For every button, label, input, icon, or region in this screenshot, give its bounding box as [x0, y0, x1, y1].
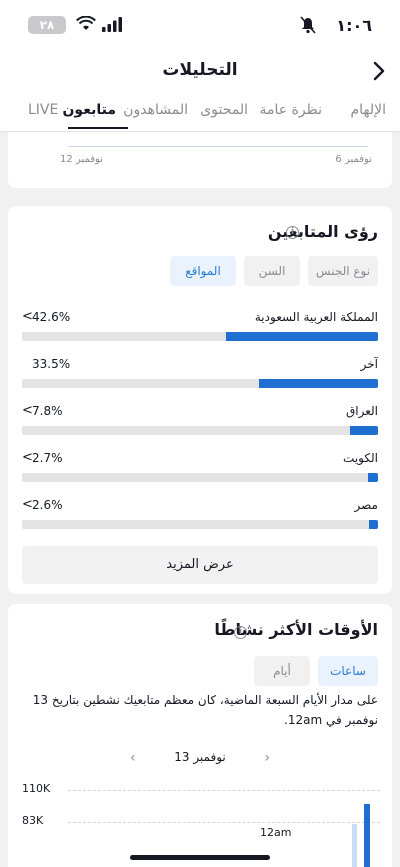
location-percent: 33.5%: [32, 357, 71, 371]
location-bar-track: [22, 520, 378, 529]
chart-x-label: نوفمبر 12: [60, 154, 103, 165]
location-percent: 42.6%: [32, 310, 71, 324]
wifi-icon: [76, 16, 96, 30]
info-icon[interactable]: i: [286, 226, 299, 239]
location-percent: 7.8%: [32, 404, 63, 418]
chart-axis-line: [68, 146, 368, 147]
filter-age[interactable]: السن: [244, 256, 300, 286]
home-indicator: [130, 855, 270, 860]
tab-overview[interactable]: نظرة عامة: [259, 102, 322, 118]
followers-chart-card: نوفمبر 6 نوفمبر 12: [8, 132, 392, 188]
chart-x-label: نوفمبر 6: [335, 154, 372, 165]
location-name: العراق: [345, 404, 378, 418]
status-bar: ١:٠٦ ٢٨: [0, 0, 400, 48]
chevron-right-icon[interactable]: [372, 60, 386, 82]
location-bar-fill: [226, 332, 378, 341]
nav-header: التحليلات: [0, 48, 400, 96]
section-title: رؤى المتابعين: [267, 222, 378, 241]
location-bar-track: [22, 426, 378, 435]
hour-bar[interactable]: [352, 824, 357, 867]
active-times-card: الأوقات الأكثر نشاطًا i ساعات أيام على م…: [8, 604, 392, 867]
location-bar-fill: [259, 379, 378, 388]
tab-followers[interactable]: متابعون: [62, 102, 116, 118]
location-name: الكويت: [343, 451, 378, 465]
location-bar-track: [22, 332, 378, 341]
tab-active-underline: [68, 127, 128, 129]
toggle-hours[interactable]: ساعات: [318, 656, 378, 686]
battery-icon: ٢٨: [28, 16, 66, 34]
tab-live[interactable]: LIVE: [28, 102, 58, 118]
follower-insights-card: رؤى المتابعين i نوع الجنس السن المواقع ا…: [8, 206, 392, 594]
tab-content[interactable]: المحتوى: [200, 102, 248, 118]
location-bar-fill: [369, 520, 378, 529]
show-more-button[interactable]: عرض المزيد: [22, 546, 378, 584]
chevron-right-icon[interactable]: ›: [264, 750, 270, 766]
status-time: ١:٠٦: [336, 16, 372, 35]
page-title: التحليلات: [162, 60, 238, 80]
y-gridline: [68, 822, 380, 823]
location-name: المملكة العربية السعودية: [254, 310, 378, 324]
tab-viewers[interactable]: المشاهدون: [123, 102, 188, 118]
tab-inspiration[interactable]: الإلهام: [350, 102, 386, 118]
y-axis-label: 83K: [22, 814, 44, 827]
info-icon[interactable]: i: [234, 626, 247, 639]
date-label: 13 نوفمبر: [174, 750, 226, 764]
location-percent: 2.7%: [32, 451, 63, 465]
toggle-days[interactable]: أيام: [254, 656, 310, 686]
location-bar-fill: [368, 473, 378, 482]
hour-bar[interactable]: [364, 804, 370, 867]
location-name: مصر: [354, 498, 378, 512]
hour-label: 12am: [260, 826, 292, 839]
location-bar-track: [22, 473, 378, 482]
filter-gender[interactable]: نوع الجنس: [308, 256, 378, 286]
y-gridline: [68, 790, 380, 791]
filter-locations[interactable]: المواقع: [170, 256, 236, 286]
location-bar-fill: [350, 426, 378, 435]
active-times-description: على مدار الأيام السبعة الماضية، كان معظم…: [32, 693, 378, 727]
location-percent: 2.6%: [32, 498, 63, 512]
bell-off-icon: [300, 16, 316, 34]
location-bar-track: [22, 379, 378, 388]
location-name: آخر: [360, 357, 378, 371]
tab-bar: الإلهام نظرة عامة المحتوى المشاهدون متاب…: [0, 96, 400, 132]
y-axis-label: 110K: [22, 782, 51, 795]
signal-icon: [102, 17, 122, 32]
